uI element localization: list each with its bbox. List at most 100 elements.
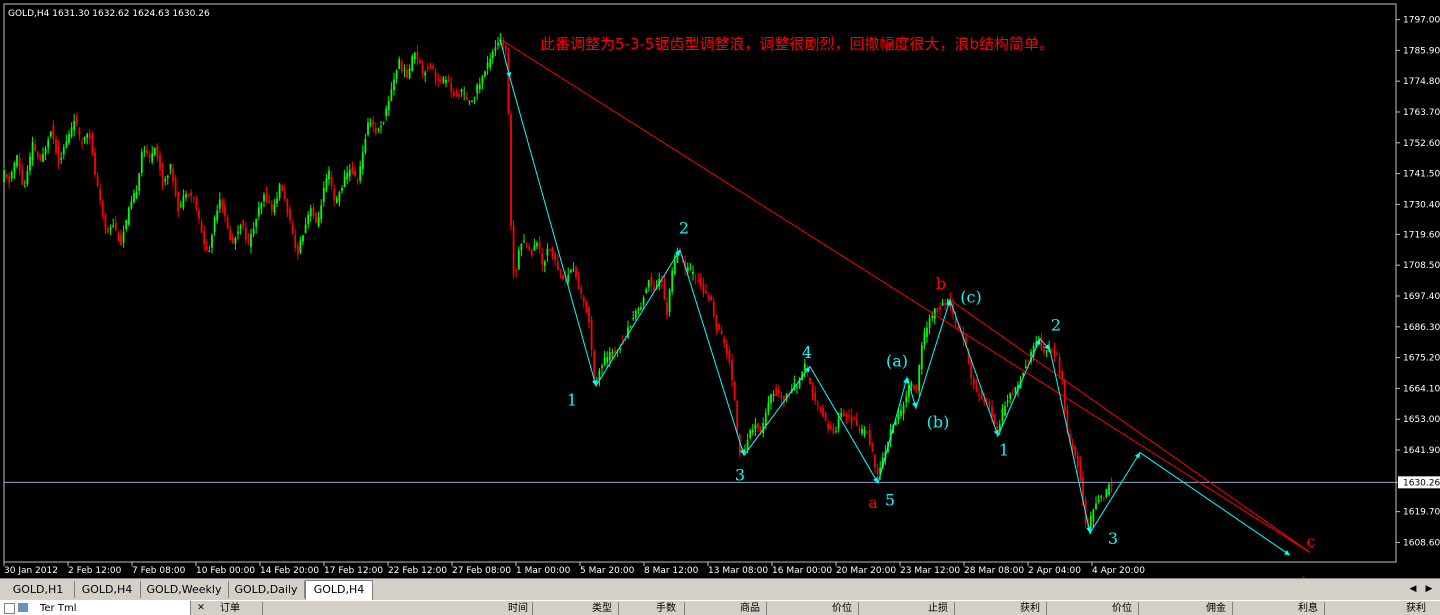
close-icon[interactable]: ✕ — [194, 601, 208, 615]
candle-body — [473, 96, 476, 98]
x-tick-label: 5 Mar 20:00 — [580, 566, 635, 576]
candle-body — [172, 168, 174, 182]
candle-body — [96, 176, 99, 186]
candle-body — [31, 142, 34, 160]
candle-body — [34, 144, 37, 151]
col-order[interactable]: 订单 — [220, 603, 240, 615]
y-tick-label: 1752.60 — [1403, 139, 1440, 149]
y-tick-label: 1708.50 — [1403, 261, 1440, 271]
candle-body — [294, 235, 297, 248]
col-price[interactable]: 价位 — [832, 603, 852, 615]
x-tick-label: 27 Feb 08:00 — [452, 566, 511, 576]
price-chart[interactable]: 1797.00 1785.90 1774.80 1763.70 1752.60 1741.… — [0, 0, 1440, 578]
tab-scroll-left-icon[interactable]: ◀ — [1406, 582, 1420, 596]
candle-body — [494, 47, 497, 51]
candle-body — [104, 213, 107, 229]
candle-body — [23, 186, 26, 188]
candle-body — [18, 157, 21, 171]
candle-body — [187, 194, 190, 196]
candle-body — [926, 327, 928, 337]
candle-body — [720, 330, 723, 335]
x-tick-label: 2 Feb 12:00 — [68, 566, 122, 576]
candle-body — [296, 246, 299, 255]
candle-body — [143, 150, 146, 152]
wave-label: 5 — [885, 490, 895, 509]
tab-gold-h1[interactable]: GOLD,H1 — [2, 581, 75, 598]
tab-scroll-right-icon[interactable]: ▶ — [1422, 582, 1436, 596]
col-stop-loss[interactable]: 止损 — [928, 603, 948, 615]
tab-gold-h4[interactable]: GOLD,H4 — [74, 581, 141, 598]
tab-gold-daily[interactable]: GOLD,Daily — [228, 581, 305, 598]
col-commission[interactable]: 佣金 — [1206, 603, 1226, 615]
candle-body — [458, 94, 460, 96]
candle-body — [299, 240, 302, 253]
candle-body — [517, 250, 520, 270]
col-symbol[interactable]: 商品 — [740, 603, 760, 615]
candle-body — [702, 283, 705, 294]
candle-body — [481, 76, 484, 84]
candle-body — [252, 228, 255, 234]
candle-body — [429, 64, 432, 67]
expand-box-icon[interactable] — [4, 603, 15, 614]
candle-body — [408, 68, 411, 79]
candle-body — [88, 133, 91, 139]
candle-body — [5, 174, 8, 177]
candle-body — [546, 248, 549, 256]
candle-body — [44, 148, 47, 155]
candle-body — [21, 168, 24, 185]
candle-body — [29, 156, 31, 171]
col-take-profit[interactable]: 获利 — [1020, 603, 1040, 615]
y-tick-label: 1797.00 — [1403, 16, 1440, 26]
tab-gold-h4-active[interactable]: GOLD,H4 — [305, 580, 373, 600]
candle-body — [611, 352, 614, 354]
chart-area[interactable]: 1797.00 1785.90 1774.80 1763.70 1752.60 1741.… — [0, 0, 1440, 578]
candle-body — [333, 188, 336, 201]
candle-body — [520, 244, 523, 251]
tab-gold-weekly[interactable]: GOLD,Weekly — [140, 581, 229, 598]
x-tick-label: 14 Feb 20:00 — [260, 566, 319, 576]
x-tick-label: 2 Apr 04:00 — [1028, 566, 1081, 576]
candle-body — [351, 167, 354, 173]
candle-body — [419, 60, 421, 64]
candle-body — [234, 238, 237, 244]
col-price-2[interactable]: 价位 — [1112, 603, 1132, 615]
candle-body — [411, 56, 414, 71]
candle-body — [484, 71, 486, 77]
candle-body — [120, 234, 122, 245]
col-lots[interactable]: 手数 — [656, 603, 676, 615]
candle-body — [814, 392, 817, 401]
candle-body — [1100, 496, 1103, 498]
candle-body — [307, 214, 310, 225]
candle-body — [905, 396, 908, 403]
price-axis: 1797.00 1785.90 1774.80 1763.70 1752.60 1741.… — [1396, 16, 1440, 548]
candle-body — [835, 431, 837, 433]
time-axis: 30 Jan 2012 2 Feb 12:00 7 Feb 08:00 10 Feb … — [3, 562, 1145, 576]
candle-body — [842, 411, 845, 417]
candle-body — [424, 72, 427, 76]
wave-label: a — [868, 493, 878, 512]
col-profit[interactable]: 获利 — [1406, 603, 1426, 615]
candle-body — [377, 128, 380, 130]
candle-body — [138, 173, 141, 191]
candle-body — [312, 207, 315, 216]
candle-body — [62, 147, 65, 155]
candle-body — [848, 415, 850, 417]
candle-body — [772, 394, 775, 396]
y-tick-label: 1653.00 — [1403, 415, 1440, 425]
candle-body — [858, 428, 861, 431]
col-type[interactable]: 类型 — [592, 603, 612, 615]
col-swap[interactable]: 利息 — [1298, 603, 1318, 615]
col-time[interactable]: 时间 — [508, 603, 528, 615]
candle-body — [78, 127, 81, 136]
candle-body — [1001, 408, 1004, 421]
candle-body — [629, 325, 632, 327]
candle-body — [1110, 483, 1113, 487]
candle-body — [125, 219, 128, 230]
wave-label: c — [1307, 532, 1316, 551]
candle-body — [1102, 497, 1105, 499]
candle-body — [49, 131, 52, 137]
candle-body — [393, 79, 395, 91]
candle-body — [146, 149, 148, 154]
candle-body — [159, 154, 161, 170]
candle-body — [866, 432, 869, 434]
